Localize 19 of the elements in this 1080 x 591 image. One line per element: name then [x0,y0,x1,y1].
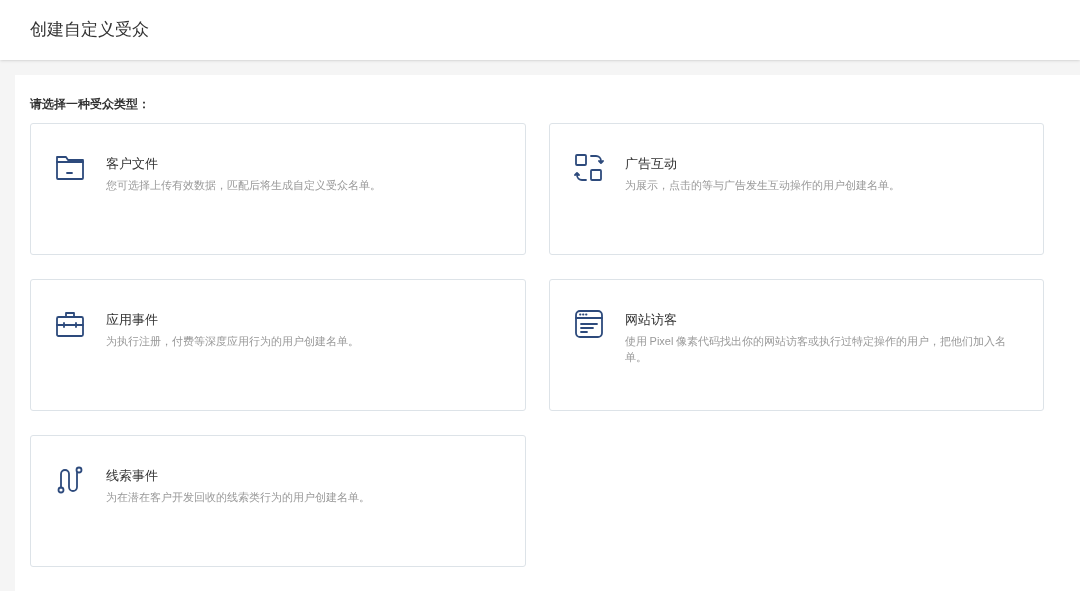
card-title: 线索事件 [106,467,159,485]
browser-window-icon [572,308,605,340]
card-description: 您可选择上传有效数据，匹配后将生成自定义受众名单。 [106,178,381,193]
card-description: 为在潜在客户开发回收的线索类行为的用户创建名单。 [106,490,370,505]
card-title: 网站访客 [624,311,678,329]
card-title: 客户文件 [106,155,159,173]
audience-type-card[interactable]: 线索事件 为在潜在客户开发回收的线索类行为的用户创建名单。 [30,435,526,567]
card-description: 为执行注册，付费等深度应用行为的用户创建名单。 [106,334,359,349]
audience-type-card[interactable]: 应用事件 为执行注册，付费等深度应用行为的用户创建名单。 [30,279,526,411]
card-title: 广告互动 [624,155,678,173]
audience-type-card[interactable]: 客户文件 您可选择上传有效数据，匹配后将生成自定义受众名单。 [30,123,526,255]
swap-icon [572,152,605,184]
card-description: 使用 Pixel 像素代码找出你的网站访客或执行过特定操作的用户，把他们加入名单。 [624,334,1008,365]
page-title: 创建自定义受众 [30,19,149,42]
audience-type-card[interactable]: 网站访客 使用 Pixel 像素代码找出你的网站访客或执行过特定操作的用户，把他们加入名单。 [548,279,1044,411]
card-title: 应用事件 [106,311,159,329]
audience-type-card[interactable]: 广告互动 为展示，点击的等与广告发生互动操作的用户创建名单。 [548,123,1044,255]
section-label: 请选择一种受众类型： [30,96,151,113]
card-description: 为展示，点击的等与广告发生互动操作的用户创建名单。 [624,178,900,193]
